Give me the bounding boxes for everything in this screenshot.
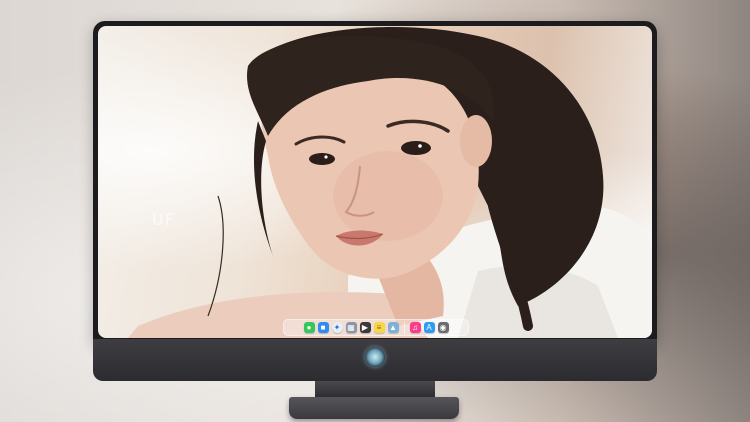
- imac-monitor: UF ● ■ ✦ ▦ ▶ ≡ ▲ ♫ A ◉: [93, 21, 657, 419]
- compass-icon[interactable]: ✦: [331, 322, 343, 333]
- screen-bezel: UF ● ■ ✦ ▦ ▶ ≡ ▲ ♫ A ◉: [93, 21, 657, 343]
- desktop-screen: UF ● ■ ✦ ▦ ▶ ≡ ▲ ♫ A ◉: [98, 26, 652, 338]
- left-eye: [309, 153, 335, 165]
- message-icon[interactable]: ●: [303, 322, 315, 333]
- dock-separator: [403, 321, 405, 334]
- music-icon[interactable]: ♫: [409, 322, 421, 333]
- wallpaper-photo: [128, 27, 652, 338]
- ear: [460, 115, 492, 167]
- camera-icon[interactable]: ◉: [437, 322, 449, 333]
- appstore-icon[interactable]: A: [423, 322, 435, 333]
- folder-icon[interactable]: ■: [317, 322, 329, 333]
- monitor-stand-base: [289, 397, 459, 419]
- photo-icon[interactable]: ▲: [387, 322, 399, 333]
- notes-icon[interactable]: ≡: [373, 322, 385, 333]
- wallpaper-watermark: UF: [152, 210, 175, 229]
- dock: ● ■ ✦ ▦ ▶ ≡ ▲ ♫ A ◉: [283, 319, 469, 336]
- clapper-icon[interactable]: ▶: [359, 322, 371, 333]
- monitor-stand-neck: [315, 381, 435, 397]
- right-eye: [401, 141, 431, 155]
- character-logo-icon: [365, 347, 385, 367]
- monitor-chin: [93, 339, 657, 381]
- grid-icon[interactable]: ▦: [345, 322, 357, 333]
